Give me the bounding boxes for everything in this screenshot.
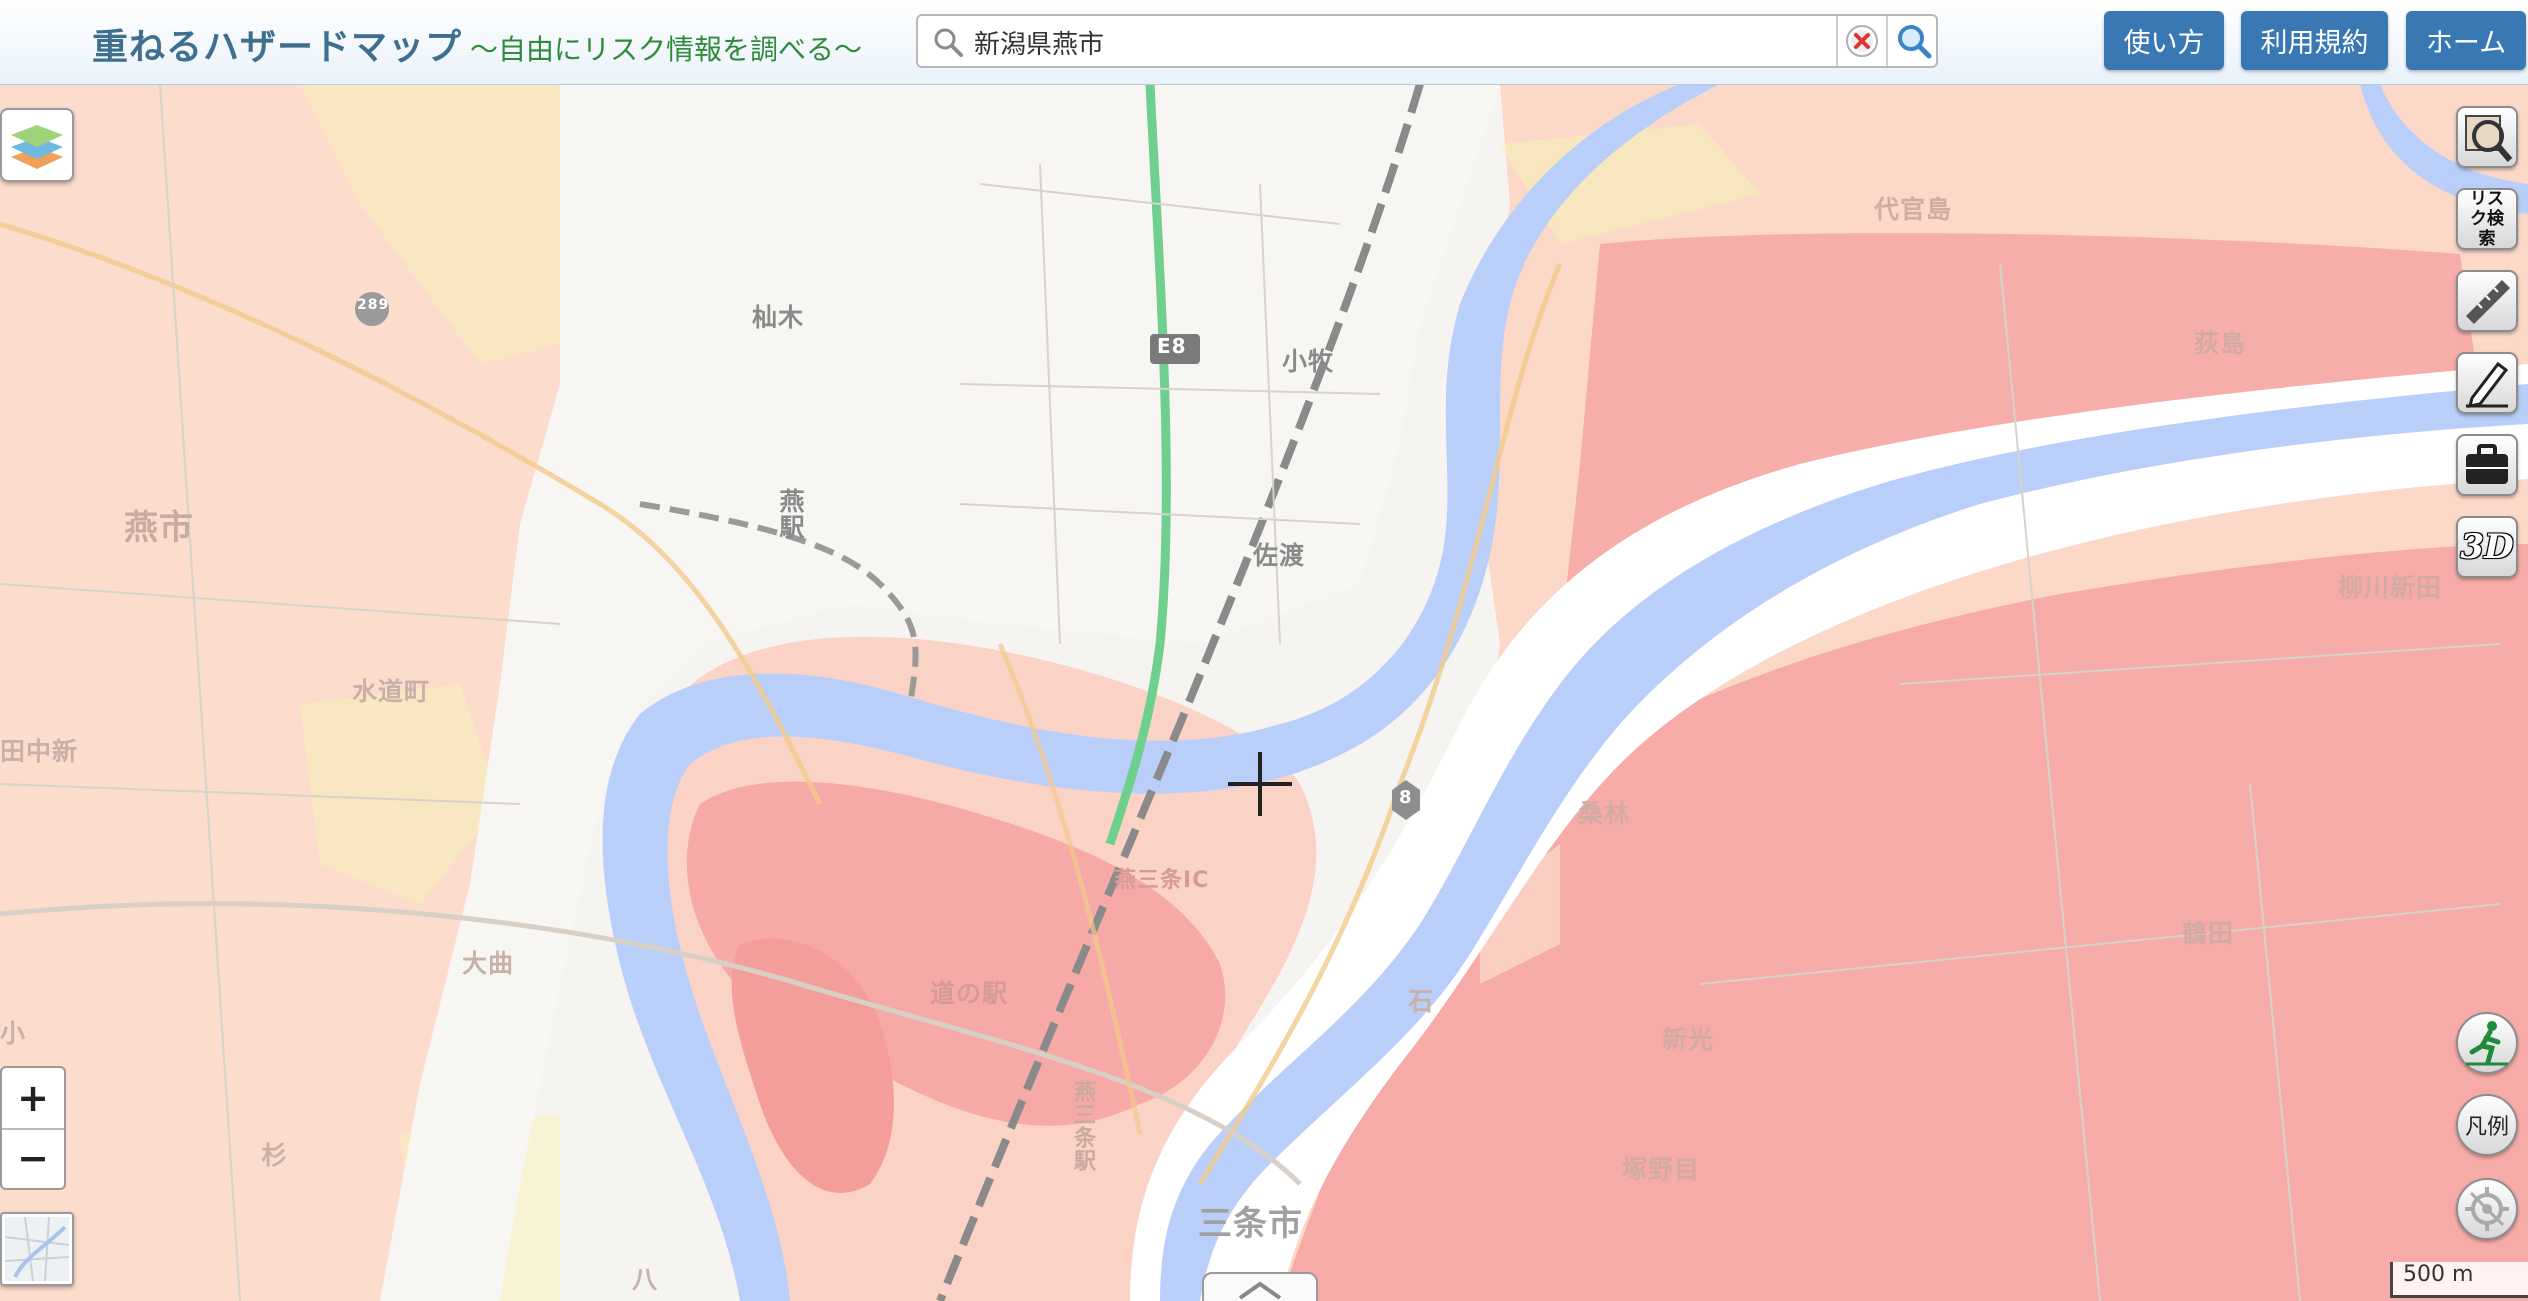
search-icon [934, 28, 963, 57]
place-komaki: 小牧 [1282, 347, 1335, 376]
place-tanakashin: 田中新 [0, 737, 79, 766]
bottom-panel-toggle[interactable] [1202, 1272, 1318, 1301]
route-e8-label: E8 [1157, 334, 1187, 358]
search-button[interactable] [1886, 16, 1940, 66]
zoom-control: + − [0, 1066, 66, 1190]
place-ko: 小 [0, 1019, 27, 1048]
place-sanjo-city: 三条市 [1198, 1204, 1303, 1244]
place-sanjo-ic: 燕三条IC [1114, 868, 1210, 893]
terms-button[interactable]: 利用規約 [2241, 11, 2388, 70]
app-header: 重ねるハザードマップ ～自由にリスク情報を調べる～ 使い方 利用規約 ホーム [0, 0, 2528, 85]
three-d-label: 3D [2460, 527, 2514, 567]
legend-button[interactable]: 凡例 [2456, 1094, 2518, 1156]
zoom-in-button[interactable]: + [2, 1068, 64, 1130]
place-shinko: 新光 [1662, 1025, 1715, 1054]
hazard-map[interactable]: E8 8 289 杣木 燕市 燕駅 小牧 佐渡 水道町 田中新 大曲 三条市 燕… [0, 84, 2528, 1301]
place-sanjo-station: 燕三条駅 [1070, 1080, 1095, 1172]
place-yuzuki: 杣木 [752, 303, 805, 332]
place-kuwabayashi: 桑林 [1578, 799, 1631, 828]
pencil-icon [2466, 361, 2509, 408]
search-box [916, 14, 1938, 68]
layers-icon [11, 125, 63, 169]
place-michinoeki: 道の駅 [930, 979, 1009, 1008]
place-tsubame-city: 燕市 [124, 508, 194, 548]
three-d-button[interactable]: 3D [2456, 516, 2518, 578]
place-yanagawa-shinden: 柳川新田 [2338, 573, 2443, 602]
close-icon [1846, 25, 1878, 57]
overview-map-button[interactable] [0, 1212, 74, 1286]
running-person-icon [2466, 1021, 2508, 1066]
draw-tool-button[interactable] [2456, 352, 2518, 414]
chevron-up-icon [1238, 1281, 1282, 1300]
home-button[interactable]: ホーム [2406, 11, 2526, 70]
briefcase-icon [2466, 444, 2508, 484]
place-sado: 佐渡 [1253, 541, 1306, 570]
magnifier-icon [1898, 25, 1932, 59]
place-suidocho: 水道町 [352, 677, 431, 706]
place-daikanjima: 代官島 [1874, 195, 1953, 224]
risk-search-label: リスク検索 [2470, 189, 2504, 249]
evacuation-button[interactable] [2456, 1012, 2518, 1074]
layers-button[interactable] [0, 108, 74, 182]
legend-label: 凡例 [2464, 1115, 2509, 1140]
place-yatsu: 八 [632, 1265, 659, 1294]
place-tsubame-station: 燕駅 [776, 488, 805, 540]
app-title[interactable]: 重ねるハザードマップ [92, 18, 462, 70]
search-input[interactable] [974, 22, 1734, 62]
place-tsukanome: 塚野目 [1622, 1155, 1701, 1184]
usage-button[interactable]: 使い方 [2104, 11, 2224, 70]
place-tsuruta: 鶴田 [2182, 919, 2235, 948]
route-289-label: 289 [357, 297, 390, 313]
route-8-label: 8 [1399, 787, 1413, 808]
current-location-button[interactable] [2456, 1178, 2518, 1240]
risk-search-button[interactable]: リスク検索 [2456, 188, 2518, 250]
place-hagishima: 荻島 [2194, 329, 2247, 358]
ruler-icon [2466, 280, 2510, 324]
map-center-crosshair [1228, 752, 1292, 816]
map-magnifier-icon [2465, 115, 2513, 162]
scale-bar: 500 m [2390, 1262, 2528, 1298]
minimap-icon [5, 1217, 69, 1281]
zoom-out-button[interactable]: − [2, 1128, 64, 1188]
clear-search-button[interactable] [1836, 16, 1886, 66]
measure-tool-button[interactable] [2456, 270, 2518, 332]
app-subtitle: ～自由にリスク情報を調べる～ [470, 33, 863, 66]
locate-icon [2465, 1187, 2509, 1231]
place-isatsuka: 石 [1408, 987, 1435, 1016]
toolbox-button[interactable] [2456, 434, 2518, 496]
place-sugi: 杉 [258, 1142, 287, 1168]
place-omagari: 大曲 [462, 949, 515, 978]
map-search-tool-button[interactable] [2456, 106, 2518, 168]
